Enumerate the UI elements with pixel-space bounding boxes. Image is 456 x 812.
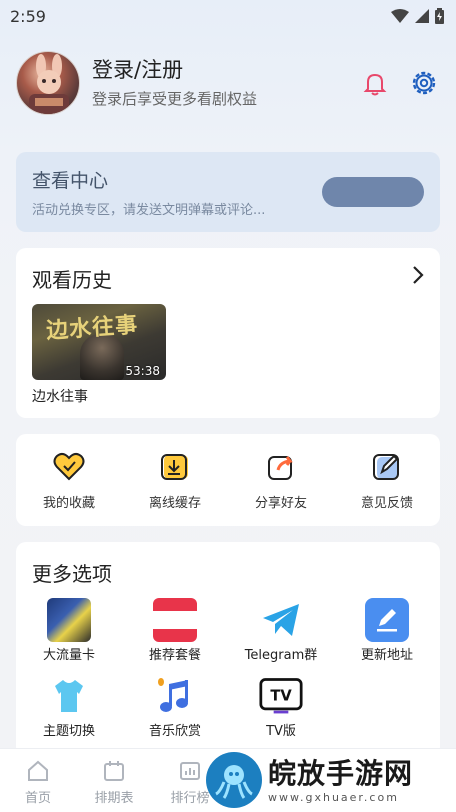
site-watermark: 皖放手游网 www.gxhuaer.com xyxy=(206,748,456,812)
tab-schedule[interactable]: 排期表 xyxy=(76,749,152,812)
tshirt-icon xyxy=(55,680,83,712)
history-item-title[interactable]: 边水往事 xyxy=(32,386,88,406)
gear-icon[interactable] xyxy=(410,69,438,97)
thumbnail-title-art: 边水往事 xyxy=(45,311,139,345)
history-thumbnail[interactable]: 边水往事 53:38 xyxy=(32,304,166,380)
profile-actions xyxy=(362,69,438,97)
status-bar: 2:59 xyxy=(0,0,456,32)
tv-version-label: TV版 xyxy=(266,724,296,739)
recommended-plan-label: 推荐套餐 xyxy=(148,648,201,663)
profile-text[interactable]: 登录/注册 登录后享受更多看剧权益 xyxy=(92,55,362,111)
tab-ranking-label: 排行榜 xyxy=(170,791,210,806)
plan-promo-icon xyxy=(153,598,197,642)
calendar-icon xyxy=(104,761,124,781)
music-option[interactable]: 音乐欣赏 xyxy=(122,674,228,750)
update-address-option[interactable]: 更新地址 xyxy=(334,598,440,674)
login-register-link[interactable]: 登录/注册 xyxy=(92,55,362,85)
data-card-option[interactable]: 大流量卡 xyxy=(16,598,122,674)
telegram-icon xyxy=(263,604,299,636)
update-address-label: 更新地址 xyxy=(360,648,413,663)
tv-icon: TV xyxy=(259,678,303,714)
view-center-title: 查看中心 xyxy=(32,170,109,192)
rabbit-avatar-icon xyxy=(29,54,69,114)
octopus-logo-icon xyxy=(215,765,253,799)
tab-home-label: 首页 xyxy=(24,791,51,806)
feedback-icon xyxy=(373,454,399,480)
telegram-group-option[interactable]: Telegram群 xyxy=(228,598,334,674)
sim-card-promo-icon xyxy=(47,598,91,642)
watch-history-card: 观看历史 边水往事 53:38 边水往事 xyxy=(16,248,440,418)
watermark-url: www.gxhuaer.com xyxy=(268,790,399,804)
status-time: 2:59 xyxy=(10,6,46,26)
music-icon xyxy=(158,678,188,712)
share-icon xyxy=(268,456,293,480)
quick-actions-card: 我的收藏 离线缓存 分享好友 意见反馈 xyxy=(16,434,440,526)
signal-icon xyxy=(415,9,429,23)
status-icons xyxy=(391,8,444,24)
chevron-right-icon[interactable] xyxy=(410,264,426,286)
tab-home[interactable]: 首页 xyxy=(0,749,76,812)
login-benefit-text: 登录后享受更多看剧权益 xyxy=(92,90,258,108)
watch-history-title: 观看历史 xyxy=(32,268,112,292)
music-label: 音乐欣赏 xyxy=(148,724,201,739)
offline-cache-button[interactable]: 离线缓存 xyxy=(122,434,228,526)
edit-icon xyxy=(365,598,409,642)
more-options-card: 更多选项 大流量卡 推荐套餐 Telegram群 更新地址 主题切换 音乐欣赏 … xyxy=(16,542,440,757)
profile-header: 登录/注册 登录后享受更多看剧权益 xyxy=(16,50,440,116)
theme-switch-label: 主题切换 xyxy=(42,724,95,739)
download-icon xyxy=(161,454,188,480)
view-center-subtitle: 活动兑换专区，请发送文明弹幕或评论... xyxy=(32,203,266,218)
offline-cache-label: 离线缓存 xyxy=(148,496,201,511)
svg-text:TV: TV xyxy=(270,688,292,705)
home-icon xyxy=(28,760,48,781)
battery-icon xyxy=(435,8,444,24)
tv-version-option[interactable]: TV TV版 xyxy=(228,674,334,750)
heart-icon xyxy=(53,452,85,481)
tab-schedule-label: 排期表 xyxy=(94,791,134,806)
favorites-label: 我的收藏 xyxy=(42,496,95,511)
view-center-card[interactable]: 查看中心 活动兑换专区，请发送文明弹幕或评论... xyxy=(16,152,440,232)
feedback-button[interactable]: 意见反馈 xyxy=(334,434,440,526)
view-center-button[interactable] xyxy=(322,177,424,207)
view-center-text: 查看中心 活动兑换专区，请发送文明弹幕或评论... xyxy=(32,166,265,218)
watermark-logo xyxy=(206,752,262,808)
share-button[interactable]: 分享好友 xyxy=(228,434,334,526)
chart-icon xyxy=(180,762,200,780)
bell-icon[interactable] xyxy=(362,70,388,96)
favorites-button[interactable]: 我的收藏 xyxy=(16,434,122,526)
wifi-icon xyxy=(391,9,409,23)
more-options-grid: 大流量卡 推荐套餐 Telegram群 更新地址 主题切换 音乐欣赏 TV TV… xyxy=(16,598,440,750)
recommended-plan-option[interactable]: 推荐套餐 xyxy=(122,598,228,674)
theme-switch-option[interactable]: 主题切换 xyxy=(16,674,122,750)
history-duration: 53:38 xyxy=(125,364,160,378)
feedback-label: 意见反馈 xyxy=(360,496,413,511)
data-card-label: 大流量卡 xyxy=(42,648,95,663)
more-options-title: 更多选项 xyxy=(32,562,112,586)
watermark-title: 皖放手游网 xyxy=(268,756,414,790)
share-label: 分享好友 xyxy=(254,496,307,511)
avatar[interactable] xyxy=(16,51,80,115)
telegram-group-label: Telegram群 xyxy=(244,648,318,663)
